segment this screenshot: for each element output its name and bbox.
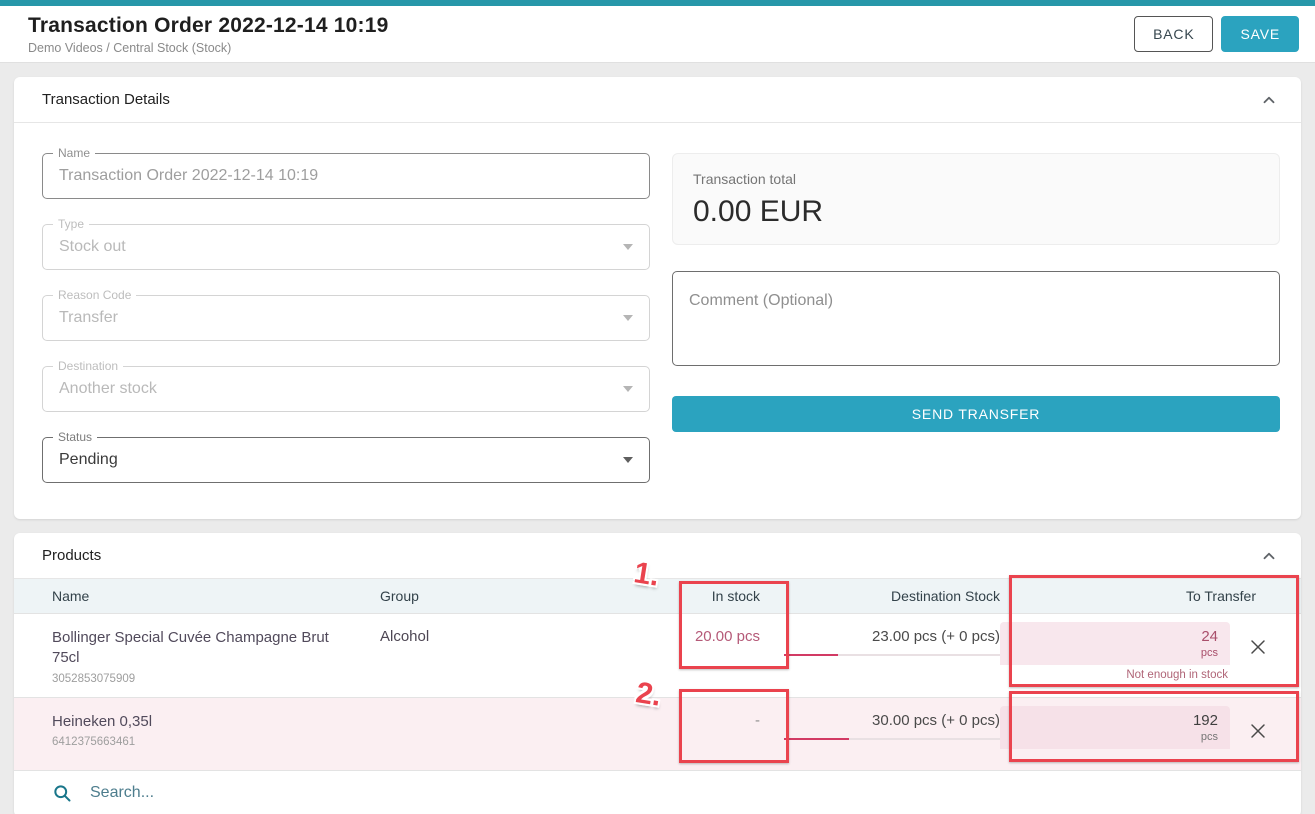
products-table-header: Name Group In stock Destination Stock To… <box>14 579 1301 613</box>
status-select[interactable]: Status Pending <box>42 437 650 483</box>
to-transfer-unit: pcs <box>1012 647 1218 659</box>
in-stock-value: - <box>522 698 760 729</box>
transaction-details-card: Transaction Details Name Type Stock out … <box>14 77 1301 519</box>
reason-code-label: Reason Code <box>53 288 136 302</box>
section-title-products: Products <box>42 547 101 564</box>
product-name: Bollinger Special Cuvée Champagne Brut 7… <box>52 628 352 669</box>
product-group: Alcohol <box>380 614 522 645</box>
column-header-destination-stock: Destination Stock <box>760 579 1000 613</box>
column-header-name: Name <box>52 579 380 613</box>
name-field[interactable]: Name <box>42 153 650 199</box>
remove-product-icon[interactable] <box>1249 638 1267 656</box>
dropdown-arrow-icon <box>623 244 633 250</box>
product-name: Heineken 0,35l <box>52 712 352 732</box>
status-label: Status <box>53 430 97 444</box>
remove-product-icon[interactable] <box>1249 722 1267 740</box>
to-transfer-input[interactable]: 24 pcs <box>1000 622 1230 665</box>
to-transfer-value: 24 <box>1012 628 1218 645</box>
destination-progress-bar <box>784 738 1000 740</box>
destination-stock-value: 23.00 pcs (+ 0 pcs) <box>872 628 1000 645</box>
stock-error-message: Not enough in stock <box>1000 665 1230 689</box>
in-stock-value: 20.00 pcs <box>522 614 760 645</box>
to-transfer-value: 192 <box>1012 712 1218 729</box>
product-group <box>380 698 522 712</box>
search-icon <box>52 783 72 803</box>
transaction-total-value: 0.00 EUR <box>693 195 1259 229</box>
section-title-transaction-details: Transaction Details <box>42 91 170 108</box>
reason-code-value: Transfer <box>43 309 623 327</box>
destination-value: Another stock <box>43 380 623 398</box>
name-field-label: Name <box>53 146 95 160</box>
save-button[interactable]: SAVE <box>1221 16 1299 52</box>
breadcrumb: Demo Videos / Central Stock (Stock) <box>28 41 389 55</box>
destination-stock-value: 30.00 pcs (+ 0 pcs) <box>872 712 1000 729</box>
type-select-label: Type <box>53 217 89 231</box>
transaction-total-label: Transaction total <box>693 171 1259 187</box>
reason-code-select[interactable]: Reason Code Transfer <box>42 295 650 341</box>
dropdown-arrow-icon <box>623 457 633 463</box>
table-row: Heineken 0,35l 6412375663461 - 30.00 pcs… <box>14 697 1301 770</box>
destination-label: Destination <box>53 359 123 373</box>
back-button[interactable]: BACK <box>1134 16 1213 52</box>
destination-select[interactable]: Destination Another stock <box>42 366 650 412</box>
type-select-value: Stock out <box>43 238 623 256</box>
dropdown-arrow-icon <box>623 315 633 321</box>
dropdown-arrow-icon <box>623 386 633 392</box>
collapse-details-button[interactable] <box>1257 88 1281 112</box>
transaction-total-box: Transaction total 0.00 EUR <box>672 153 1280 245</box>
type-select[interactable]: Type Stock out <box>42 224 650 270</box>
product-search-row <box>14 770 1301 814</box>
products-card: Products Name Group In stock Destination… <box>14 533 1301 814</box>
name-input[interactable] <box>43 167 649 185</box>
page-header: Transaction Order 2022-12-14 10:19 Demo … <box>0 6 1315 63</box>
product-barcode: 3052853075909 <box>52 673 380 685</box>
column-header-group: Group <box>380 579 522 613</box>
column-header-in-stock: In stock <box>522 579 760 613</box>
collapse-products-button[interactable] <box>1257 544 1281 568</box>
chevron-up-icon <box>1260 547 1278 565</box>
chevron-up-icon <box>1260 91 1278 109</box>
to-transfer-input[interactable]: 192 pcs <box>1000 706 1230 749</box>
send-transfer-button[interactable]: SEND TRANSFER <box>672 396 1280 432</box>
comment-textarea[interactable] <box>672 271 1280 366</box>
table-row: Bollinger Special Cuvée Champagne Brut 7… <box>14 613 1301 697</box>
search-input[interactable] <box>90 784 1286 802</box>
column-header-to-transfer: To Transfer <box>1000 579 1286 613</box>
product-barcode: 6412375663461 <box>52 736 380 748</box>
destination-progress-bar <box>784 654 1000 656</box>
status-value: Pending <box>43 451 623 469</box>
to-transfer-unit: pcs <box>1012 731 1218 743</box>
page-title: Transaction Order 2022-12-14 10:19 <box>28 14 389 38</box>
